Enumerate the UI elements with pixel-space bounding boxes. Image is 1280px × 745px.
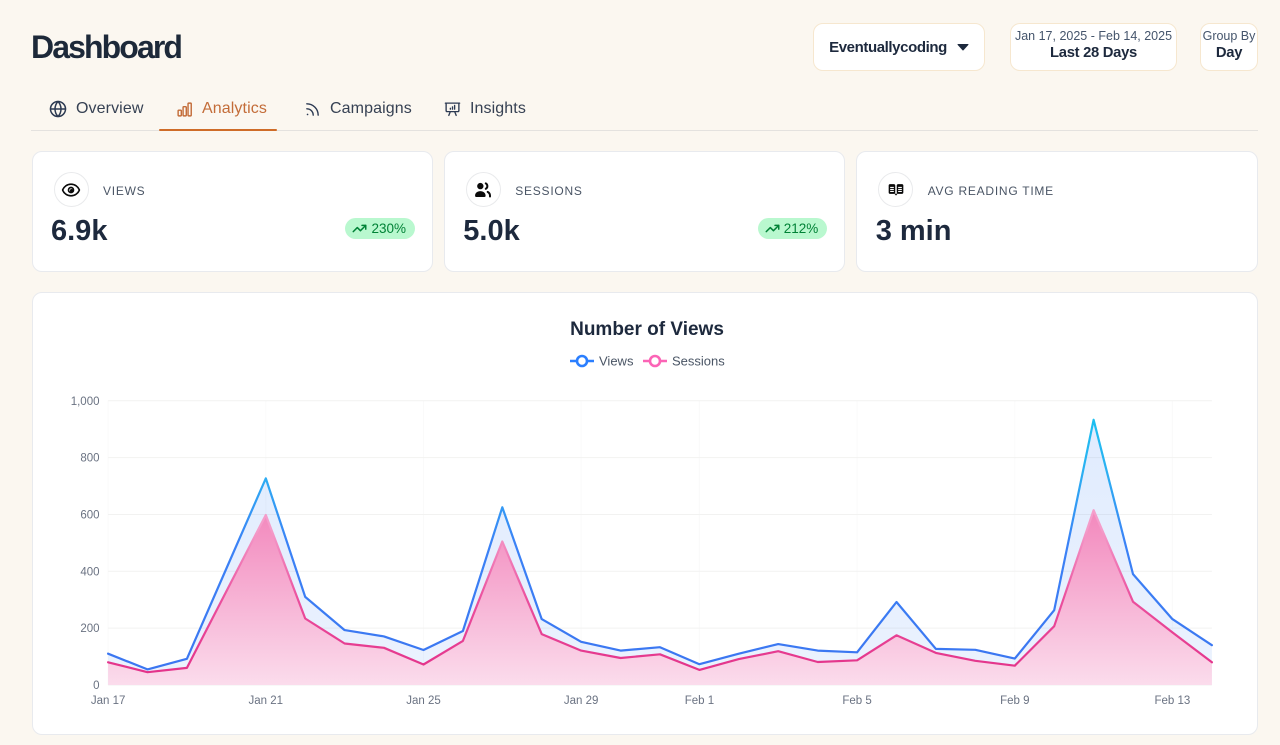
svg-text:200: 200 — [80, 623, 99, 635]
svg-text:Feb 1: Feb 1 — [684, 695, 713, 707]
svg-text:800: 800 — [80, 453, 99, 465]
svg-text:Number of Views: Number of Views — [570, 319, 724, 340]
svg-text:Sessions: Sessions — [672, 354, 725, 369]
svg-text:Jan 17: Jan 17 — [90, 695, 125, 707]
svg-text:600: 600 — [80, 510, 99, 522]
svg-text:Jan 25: Jan 25 — [406, 695, 441, 707]
svg-text:Feb 5: Feb 5 — [842, 695, 871, 707]
svg-text:400: 400 — [80, 566, 99, 578]
svg-text:Jan 21: Jan 21 — [248, 695, 283, 707]
svg-text:Feb 9: Feb 9 — [1000, 695, 1029, 707]
svg-text:Feb 13: Feb 13 — [1154, 695, 1190, 707]
svg-text:Views: Views — [599, 354, 634, 369]
svg-text:0: 0 — [93, 680, 99, 692]
svg-text:1,000: 1,000 — [70, 396, 99, 408]
svg-text:Jan 29: Jan 29 — [563, 695, 598, 707]
